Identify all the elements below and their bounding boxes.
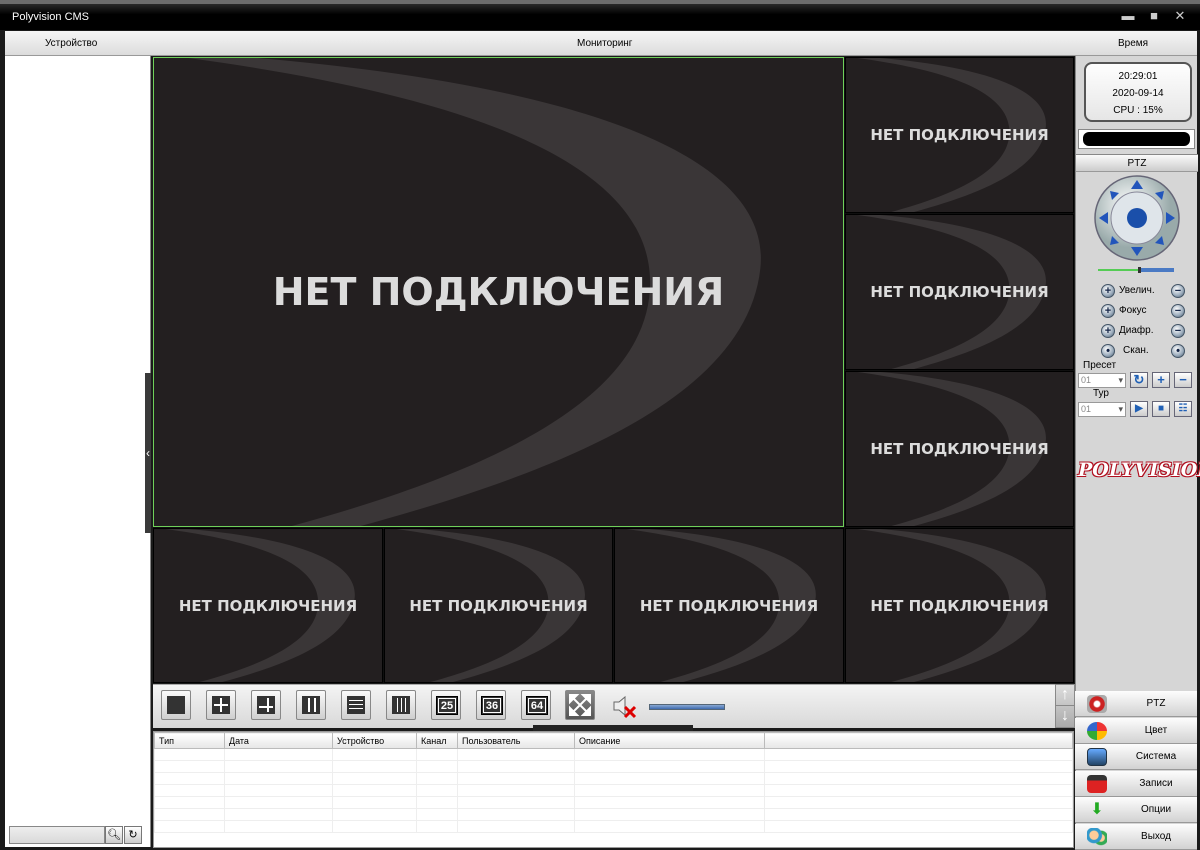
tour-grid-icon[interactable]: ☷ (1174, 401, 1192, 417)
scan-label: Скан. (1123, 345, 1149, 356)
preset-add-icon[interactable]: + (1152, 372, 1170, 388)
menu-bar: Устройство Мониторинг Время (5, 31, 1197, 56)
preset-remove-icon[interactable]: − (1174, 372, 1192, 388)
close-button[interactable]: ✕ (1172, 9, 1188, 23)
logout-icon (1087, 827, 1107, 846)
no-connection-label: НЕТ ПОДКЛЮЧЕНИЯ (870, 283, 1049, 301)
layout-scroll-arrows[interactable]: ↑ ↓ (1055, 684, 1075, 728)
no-connection-label: НЕТ ПОДКЛЮЧЕНИЯ (409, 596, 588, 615)
layout-64-button[interactable]: 64 (521, 690, 551, 720)
scan-stop-button[interactable]: • (1171, 344, 1185, 358)
iris-label: Диафр. (1119, 325, 1154, 336)
col-user[interactable]: Пользователь (457, 732, 575, 749)
side-button-ptz[interactable]: PTZ (1075, 691, 1197, 717)
layout-6-button[interactable] (251, 690, 281, 720)
no-connection-label: НЕТ ПОДКЛЮЧЕНИЯ (272, 270, 725, 314)
scan-start-button[interactable]: • (1101, 344, 1115, 358)
volume-slider[interactable] (649, 704, 725, 710)
search-icon[interactable]: 🔍︎ (105, 826, 123, 844)
preset-goto-icon[interactable]: ↻ (1130, 372, 1148, 388)
video-cell-1[interactable]: НЕТ ПОДКЛЮЧЕНИЯ (153, 57, 844, 527)
zoom-label: Увелич. (1119, 285, 1155, 296)
clock-time: 20:29:01 (1118, 71, 1158, 82)
polyvision-logo: POLYVISION (1078, 459, 1200, 481)
side-button-system[interactable]: Система (1075, 744, 1197, 771)
layout-25-button[interactable]: 25 (431, 690, 461, 720)
tour-label: Тур (1093, 388, 1109, 399)
no-connection-label: НЕТ ПОДКЛЮЧЕНИЯ (639, 596, 819, 615)
no-connection-label: НЕТ ПОДКЛЮЧЕНИЯ (870, 126, 1049, 144)
layout-16-button[interactable] (386, 690, 416, 720)
no-connection-label: НЕТ ПОДКЛЮЧЕНИЯ (178, 596, 358, 615)
iris-close-button[interactable]: − (1171, 324, 1185, 338)
layout-toolbar: 25 36 64 (153, 684, 1074, 728)
records-icon (1087, 774, 1107, 793)
options-icon: ⬇ (1090, 801, 1104, 819)
ptz-icon (1087, 695, 1107, 713)
minimize-button[interactable]: ▬ (1120, 9, 1136, 23)
side-button-records[interactable]: Записи (1075, 770, 1197, 797)
ptz-direction-pad[interactable] (1093, 174, 1181, 262)
preset-label: Пресет (1083, 360, 1117, 371)
video-grid: НЕТ ПОДКЛЮЧЕНИЯ НЕТ ПОДКЛЮЧЕНИЯ НЕТ ПОДК… (153, 57, 1074, 683)
col-channel[interactable]: Канал (416, 732, 458, 749)
iris-open-button[interactable]: + (1101, 324, 1115, 338)
video-cell-6[interactable]: НЕТ ПОДКЛЮЧЕНИЯ (384, 528, 613, 683)
video-cell-7[interactable]: НЕТ ПОДКЛЮЧЕНИЯ (614, 528, 844, 683)
col-extra[interactable] (764, 732, 1073, 749)
system-icon (1087, 748, 1107, 767)
layout-9-button[interactable] (296, 690, 326, 720)
maximize-button[interactable]: ■ (1146, 9, 1162, 23)
video-cell-2[interactable]: НЕТ ПОДКЛЮЧЕНИЯ (845, 57, 1074, 213)
col-device[interactable]: Устройство (332, 732, 417, 749)
no-connection-label: НЕТ ПОДКЛЮЧЕНИЯ (870, 440, 1049, 458)
focus-far-button[interactable]: − (1171, 304, 1185, 318)
status-bar (1078, 129, 1195, 149)
status-clock: 20:29:01 2020-09-14 CPU : 15% (1084, 62, 1192, 122)
window-title: Polyvision CMS (12, 11, 90, 23)
video-cell-5[interactable]: НЕТ ПОДКЛЮЧЕНИЯ (153, 528, 383, 683)
menu-device[interactable]: Устройство (45, 38, 97, 49)
cms-window: Polyvision CMS ▬ ■ ✕ Устройство Монитори… (0, 0, 1200, 850)
zoom-out-button[interactable]: − (1171, 284, 1185, 298)
tour-select[interactable]: 01 (1078, 402, 1126, 417)
side-button-options[interactable]: ⬇ Опции (1075, 797, 1197, 824)
tour-stop-icon[interactable]: ■ (1152, 401, 1170, 417)
ptz-header: PTZ (1076, 154, 1198, 172)
mute-icon[interactable] (611, 693, 637, 719)
cpu-usage: CPU : 15% (1113, 105, 1163, 116)
menu-monitoring[interactable]: Мониторинг (577, 38, 632, 49)
tour-play-icon[interactable]: ▶ (1130, 401, 1148, 417)
side-button-color[interactable]: Цвет (1075, 717, 1197, 744)
title-bar: Polyvision CMS ▬ ■ ✕ (0, 0, 1200, 30)
menu-time[interactable]: Время (1118, 38, 1148, 49)
focus-label: Фокус (1119, 305, 1147, 316)
layout-4-button[interactable] (206, 690, 236, 720)
fullscreen-icon[interactable] (565, 690, 595, 720)
col-type[interactable]: Тип (154, 732, 225, 749)
color-icon (1087, 721, 1107, 740)
layout-1-button[interactable] (161, 690, 191, 720)
side-button-logout[interactable]: Выход (1075, 823, 1197, 850)
video-cell-4[interactable]: НЕТ ПОДКЛЮЧЕНИЯ (845, 371, 1074, 527)
video-cell-3[interactable]: НЕТ ПОДКЛЮЧЕНИЯ (845, 214, 1074, 370)
device-tree-panel[interactable]: 🔍︎ ↻ (5, 56, 151, 847)
col-description[interactable]: Описание (574, 732, 765, 749)
no-connection-label: НЕТ ПОДКЛЮЧЕНИЯ (870, 596, 1049, 615)
zoom-in-button[interactable]: + (1101, 284, 1115, 298)
layout-36-button[interactable]: 36 (476, 690, 506, 720)
side-menu: PTZ Цвет Система Записи ⬇ Опции Выход (1075, 691, 1197, 850)
refresh-icon[interactable]: ↻ (124, 826, 142, 844)
layout-13-button[interactable] (341, 690, 371, 720)
col-date[interactable]: Дата (224, 732, 333, 749)
focus-near-button[interactable]: + (1101, 304, 1115, 318)
ptz-speed-slider[interactable] (1098, 267, 1174, 273)
collapse-panel-handle[interactable]: ‹ (145, 373, 151, 533)
event-log-table[interactable]: Тип Дата Устройство Канал Пользователь О… (153, 731, 1074, 848)
video-cell-8[interactable]: НЕТ ПОДКЛЮЧЕНИЯ (845, 528, 1074, 683)
clock-date: 2020-09-14 (1112, 88, 1164, 99)
device-search-input[interactable] (9, 826, 105, 844)
